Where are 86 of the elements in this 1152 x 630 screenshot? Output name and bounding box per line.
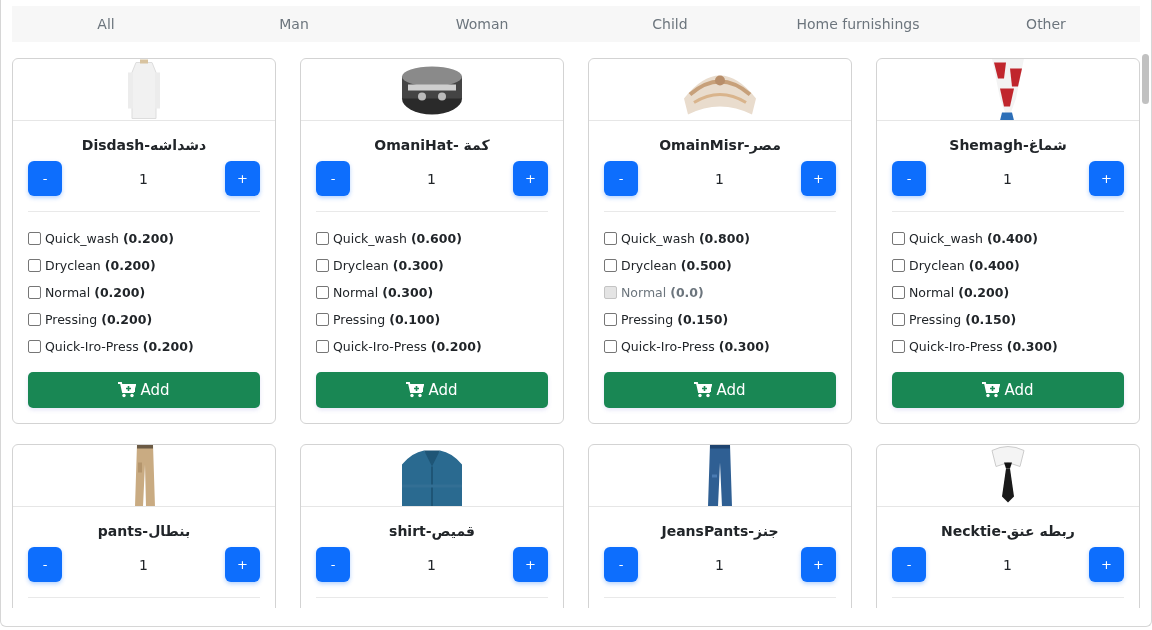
- decrement-button[interactable]: -: [892, 161, 926, 196]
- decrement-button[interactable]: -: [604, 547, 638, 582]
- service-label: Quick-Iro-Press (0.200): [45, 339, 194, 354]
- product-title: pants-بنطال: [96, 523, 192, 539]
- category-tab[interactable]: Woman: [388, 10, 576, 38]
- checkbox[interactable]: [28, 286, 41, 299]
- increment-button[interactable]: +: [801, 547, 836, 582]
- cart-icon: [406, 382, 425, 398]
- decrement-button[interactable]: -: [28, 547, 62, 582]
- service-label: Quick_wash (0.800): [621, 231, 750, 246]
- service-label: Quick_wash (0.400): [909, 231, 1038, 246]
- increment-button[interactable]: +: [513, 547, 548, 582]
- quantity-value: 1: [427, 170, 436, 187]
- decrement-button[interactable]: -: [316, 547, 350, 582]
- service-label: Quick_wash (0.600): [333, 231, 462, 246]
- product-title: OmainMisr-مصر: [658, 137, 782, 153]
- checkbox[interactable]: [316, 232, 329, 245]
- quantity-value: 1: [715, 170, 724, 187]
- increment-button[interactable]: +: [513, 161, 548, 196]
- product-title: JeansPants-جنز: [659, 523, 780, 539]
- service-label: Quick_wash (0.200): [45, 231, 174, 246]
- service-label: Dryclean (0.400): [909, 258, 1020, 273]
- decrement-button[interactable]: -: [316, 161, 350, 196]
- checkbox[interactable]: [28, 340, 41, 353]
- quantity-value: 1: [715, 556, 724, 573]
- checkbox[interactable]: [28, 313, 41, 326]
- product-title: Disdash-دشداشه: [80, 137, 208, 153]
- decrement-button[interactable]: -: [892, 547, 926, 582]
- quantity-value: 1: [139, 556, 148, 573]
- scrollbar-thumb[interactable]: [1142, 54, 1149, 104]
- product-title: Shemagh-شماغ: [948, 137, 1068, 153]
- checkbox[interactable]: [28, 259, 41, 272]
- checkbox[interactable]: [604, 259, 617, 272]
- checkbox[interactable]: [316, 340, 329, 353]
- checkbox[interactable]: [604, 232, 617, 245]
- checkbox[interactable]: [316, 286, 329, 299]
- increment-button[interactable]: +: [225, 547, 260, 582]
- service-label: Dryclean (0.300): [333, 258, 444, 273]
- service-label: Pressing (0.100): [333, 312, 441, 327]
- add-button[interactable]: Add: [28, 372, 260, 408]
- checkbox[interactable]: [28, 232, 41, 245]
- service-label: Normal (0.300): [333, 285, 434, 300]
- cart-icon: [694, 382, 713, 398]
- add-button[interactable]: Add: [892, 372, 1124, 408]
- increment-button[interactable]: +: [1089, 161, 1124, 196]
- product-title: shirt-قميص: [388, 523, 476, 539]
- service-label: Quick-Iro-Press (0.300): [621, 339, 770, 354]
- service-label: Pressing (0.150): [621, 312, 729, 327]
- checkbox[interactable]: [604, 313, 617, 326]
- category-tab[interactable]: Man: [200, 10, 388, 38]
- checkbox[interactable]: [604, 340, 617, 353]
- product-title: Necktie-ربطه عنق: [940, 523, 1076, 539]
- quantity-value: 1: [427, 556, 436, 573]
- product-title: OmaniHat- كمة: [373, 137, 491, 153]
- decrement-button[interactable]: -: [604, 161, 638, 196]
- service-label: Dryclean (0.500): [621, 258, 732, 273]
- service-label: Normal (0.200): [909, 285, 1010, 300]
- checkbox[interactable]: [892, 259, 905, 272]
- decrement-button[interactable]: -: [28, 161, 62, 196]
- checkbox[interactable]: [892, 313, 905, 326]
- checkbox[interactable]: [316, 259, 329, 272]
- increment-button[interactable]: +: [801, 161, 836, 196]
- quantity-value: 1: [139, 170, 148, 187]
- service-label: Normal (0.0): [621, 285, 704, 300]
- checkbox[interactable]: [316, 313, 329, 326]
- increment-button[interactable]: +: [225, 161, 260, 196]
- category-tab[interactable]: Child: [576, 10, 764, 38]
- quantity-value: 1: [1003, 556, 1012, 573]
- checkbox[interactable]: [892, 286, 905, 299]
- service-label: Pressing (0.150): [909, 312, 1017, 327]
- category-tab[interactable]: Other: [952, 10, 1140, 38]
- category-tab[interactable]: All: [12, 10, 200, 38]
- service-label: Quick-Iro-Press (0.200): [333, 339, 482, 354]
- checkbox[interactable]: [892, 340, 905, 353]
- checkbox[interactable]: [892, 232, 905, 245]
- service-label: Normal (0.200): [45, 285, 146, 300]
- cart-icon: [118, 382, 137, 398]
- service-label: Quick-Iro-Press (0.300): [909, 339, 1058, 354]
- quantity-value: 1: [1003, 170, 1012, 187]
- add-button[interactable]: Add: [316, 372, 548, 408]
- service-label: Dryclean (0.200): [45, 258, 156, 273]
- add-button[interactable]: Add: [604, 372, 836, 408]
- increment-button[interactable]: +: [1089, 547, 1124, 582]
- category-tab[interactable]: Home furnishings: [764, 10, 952, 38]
- cart-icon: [982, 382, 1001, 398]
- service-label: Pressing (0.200): [45, 312, 153, 327]
